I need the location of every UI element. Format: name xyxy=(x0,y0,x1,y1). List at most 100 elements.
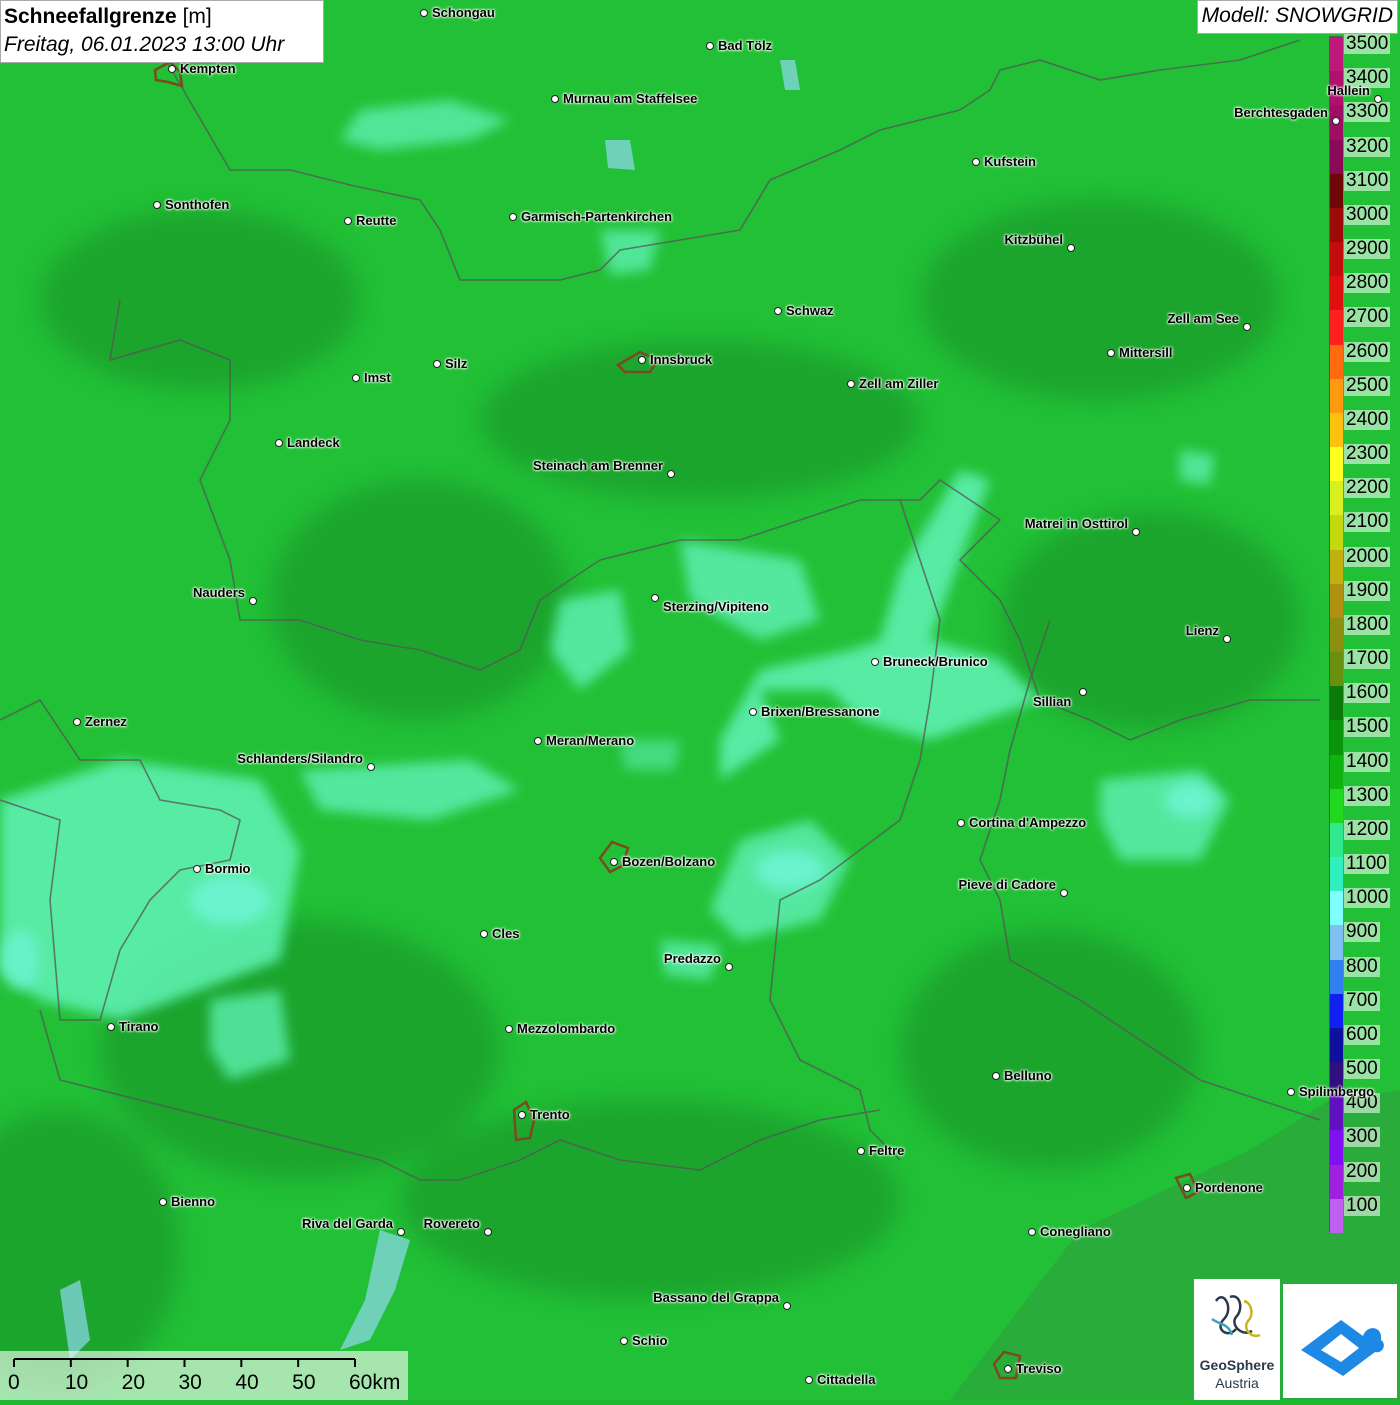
legend-label: 900 xyxy=(1344,921,1380,943)
city-label: Reutte xyxy=(356,213,397,228)
city-label: Kitzbühel xyxy=(1004,232,1064,247)
city-marker-icon xyxy=(275,439,283,447)
city-marker-icon xyxy=(509,213,517,221)
legend-swatch xyxy=(1330,207,1343,243)
legend-label: 2300 xyxy=(1344,443,1391,465)
city-label: Schlanders/Silandro xyxy=(237,751,363,766)
city-marker-icon xyxy=(107,1023,115,1031)
legend-swatch xyxy=(1330,412,1343,448)
legend-label: 2500 xyxy=(1344,374,1391,396)
city-label: Sonthofen xyxy=(165,197,230,212)
legend-swatch xyxy=(1330,344,1343,380)
legend-swatch xyxy=(1330,447,1343,482)
city-marker-icon xyxy=(1223,635,1231,643)
city-marker-icon xyxy=(1287,1088,1295,1096)
legend-label: 3000 xyxy=(1344,203,1391,225)
geosphere-emblem-icon xyxy=(1211,1295,1261,1338)
legend-swatch xyxy=(1330,1198,1343,1234)
city-label: Bozen/Bolzano xyxy=(622,854,716,869)
city-label: Murnau am Staffelsee xyxy=(563,91,698,106)
city-marker-icon xyxy=(972,158,980,166)
legend-label: 500 xyxy=(1344,1058,1380,1080)
city-label: Steinach am Brenner xyxy=(532,458,663,473)
city-marker-icon xyxy=(706,42,714,50)
city-label: Zernez xyxy=(85,714,127,729)
city-label: Imst xyxy=(364,370,391,385)
legend-label: 700 xyxy=(1344,989,1380,1011)
city-label: Cortina d'Ampezzo xyxy=(969,815,1087,830)
legend-swatch xyxy=(1330,310,1343,346)
city-marker-icon xyxy=(1107,349,1115,357)
city-marker-icon xyxy=(505,1025,513,1033)
city-marker-icon xyxy=(153,201,161,209)
legend-label: 1000 xyxy=(1344,887,1391,909)
city-marker-icon xyxy=(1332,117,1340,125)
legend-label: 2600 xyxy=(1344,340,1391,362)
city-label: Tirano xyxy=(119,1019,159,1034)
city-label: Innsbruck xyxy=(650,352,713,367)
city-marker-icon xyxy=(1067,244,1075,252)
legend-label: 2700 xyxy=(1344,306,1391,328)
city-marker-icon xyxy=(352,374,360,382)
legend-label: 3100 xyxy=(1344,169,1391,191)
city-label: Bad Tölz xyxy=(718,38,773,53)
legend-swatch xyxy=(1330,481,1343,516)
legend-label: 2400 xyxy=(1344,408,1391,430)
city-label: Bruneck/Brunico xyxy=(883,654,988,669)
legend-label: 300 xyxy=(1344,1126,1380,1148)
legend-label: 1500 xyxy=(1344,716,1391,738)
city-marker-icon xyxy=(651,594,659,602)
city-label: Cles xyxy=(492,926,520,941)
legend-label: 1900 xyxy=(1344,579,1391,601)
legend-swatch xyxy=(1330,1096,1343,1131)
city-label: Mezzolombardo xyxy=(517,1021,616,1036)
legend-swatch xyxy=(1330,173,1343,209)
city-marker-icon xyxy=(1243,323,1251,331)
legend-swatch xyxy=(1330,37,1343,72)
legend-label: 3200 xyxy=(1344,135,1391,157)
city-label: Hallein xyxy=(1327,83,1370,98)
city-label: Kufstein xyxy=(984,154,1036,169)
city-marker-icon xyxy=(783,1302,791,1310)
legend-label: 1700 xyxy=(1344,648,1391,670)
legend-label: 3300 xyxy=(1344,101,1391,123)
city-label: Pieve di Cadore xyxy=(958,877,1056,892)
city-marker-icon xyxy=(992,1072,1000,1080)
logo-name-line1: GeoSphere xyxy=(1199,1357,1275,1373)
legend-swatch xyxy=(1330,276,1343,311)
city-marker-icon xyxy=(1183,1184,1191,1192)
city-label: Trento xyxy=(530,1107,570,1122)
city-marker-icon xyxy=(725,963,733,971)
city-label: Bormio xyxy=(205,861,251,876)
city-label: Schwaz xyxy=(786,303,834,318)
city-marker-icon xyxy=(344,217,352,225)
legend-swatch xyxy=(1330,1130,1343,1166)
city-marker-icon xyxy=(518,1111,526,1119)
color-legend: 3500 3400 3300 3200 3100 3000 2900 2800 2700 2600… xyxy=(1329,34,1400,1234)
city-marker-icon xyxy=(1060,889,1068,897)
legend-bar xyxy=(1329,36,1343,1234)
legend-swatch xyxy=(1330,754,1343,790)
legend-swatch xyxy=(1330,720,1343,756)
app-logo xyxy=(1283,1284,1397,1398)
city-marker-icon xyxy=(857,1147,865,1155)
scale-label: 60km xyxy=(349,1371,401,1394)
logo-name-line2: Austria xyxy=(1215,1375,1259,1391)
legend-label: 1800 xyxy=(1344,613,1391,635)
legend-swatch xyxy=(1330,242,1343,277)
legend-swatch xyxy=(1330,583,1343,619)
legend-swatch xyxy=(1330,959,1343,995)
legend-label: 200 xyxy=(1344,1160,1380,1182)
legend-swatch xyxy=(1330,686,1343,721)
city-label: Matrei in Osttirol xyxy=(1024,516,1128,531)
legend-swatch xyxy=(1330,139,1343,175)
city-marker-icon xyxy=(1079,688,1087,696)
city-marker-icon xyxy=(159,1198,167,1206)
legend-swatch xyxy=(1330,378,1343,414)
city-label: Rovereto xyxy=(423,1216,480,1231)
city-label: Riva del Garda xyxy=(301,1216,393,1231)
map-datetime: Freitag, 06.01.2023 13:00 Uhr xyxy=(4,33,285,56)
legend-swatch xyxy=(1330,925,1343,961)
scale-bar: 0 10 20 30 40 50 60km xyxy=(0,1351,408,1400)
app-cloud-icon xyxy=(1301,1320,1384,1376)
